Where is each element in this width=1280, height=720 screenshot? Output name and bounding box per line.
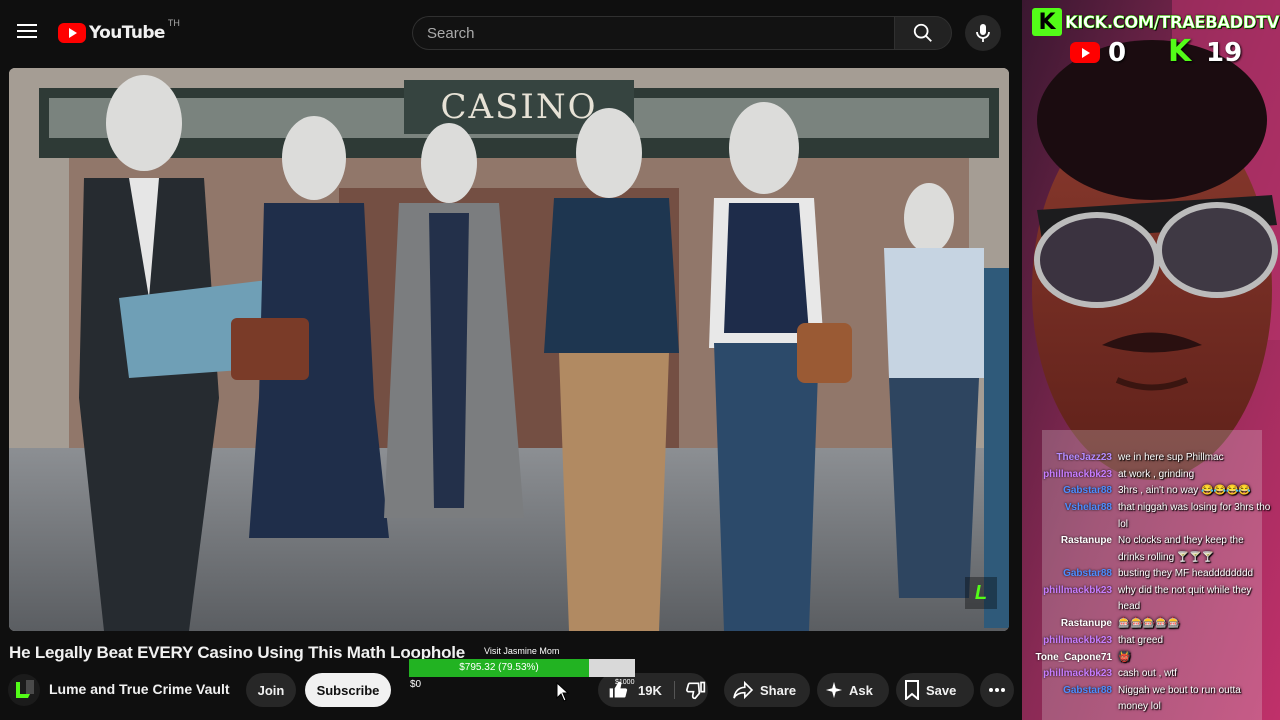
channel-name[interactable]: Lume and True Crime Vault	[49, 681, 230, 697]
like-divider	[674, 681, 675, 699]
chat-username[interactable]: Gabstar88	[1024, 483, 1118, 499]
chat-username[interactable]: Gabstar88	[1024, 683, 1118, 716]
chat-text: that niggah was losing for 3hrs tho lol	[1118, 502, 1271, 530]
subscribe-button[interactable]: Subscribe	[305, 673, 391, 707]
sparkle-icon	[825, 681, 843, 699]
save-label: Save	[926, 682, 957, 698]
chat-username[interactable]: phillmackbk23	[1024, 583, 1118, 616]
viewer-counts: 0 K 19	[1068, 34, 1278, 69]
youtube-play-icon	[58, 23, 86, 43]
voice-search-button[interactable]	[965, 15, 1001, 51]
chat-message: Vshelar88 that niggah was losing for 3hrs…	[1024, 500, 1276, 533]
logo-text: YouTube	[89, 23, 165, 43]
chat-text: cash out , wtf	[1118, 668, 1177, 680]
chat-username[interactable]: Tone_Capone71	[1024, 650, 1118, 666]
chat-message: Tone_Capone71 👹	[1024, 650, 1276, 666]
ask-label: Ask	[849, 682, 873, 698]
chat-message: Gabstar88 busting they MF headddddddd	[1024, 566, 1276, 582]
chat-username[interactable]: Rastanupe	[1024, 616, 1118, 632]
share-icon	[733, 681, 754, 699]
chat-username[interactable]: phillmackbk23	[1024, 666, 1118, 682]
donation-min: $0	[410, 679, 422, 690]
kick-url: KICK.COM/TRAEBADDTV	[1065, 12, 1280, 32]
kick-viewer-count: 19	[1206, 38, 1243, 68]
channel-watermark[interactable]: L	[965, 577, 997, 609]
search-box	[412, 16, 894, 50]
chat-message: TheeJazz23 we in here sup Phillmac	[1024, 450, 1276, 466]
donation-amount: $795.32 (79.53%)	[459, 662, 539, 673]
youtube-viewer-count: 0	[1108, 38, 1127, 68]
donation-max: $1000	[615, 679, 635, 686]
chat-message: phillmackbk23 why did the not quit while …	[1024, 583, 1276, 616]
more-dots-icon	[989, 688, 1005, 692]
chat-message: Gabstar88 Niggah we bout to run outta mon…	[1024, 683, 1276, 716]
chat-text: 👹	[1118, 651, 1131, 663]
chat-text: busting they MF headddddddd	[1118, 568, 1254, 580]
chat-text: 🎰🎰🎰🎰🎰	[1118, 618, 1181, 630]
youtube-page: YouTube TH Search CASINO L He Legally Be…	[0, 0, 1022, 720]
chat-username[interactable]: Rastanupe	[1024, 533, 1118, 566]
casino-sign: CASINO	[441, 87, 598, 127]
logo-region: TH	[167, 18, 180, 28]
chat-text: 3hrs , ain't no way 😂😂😂😂	[1118, 485, 1251, 497]
bookmark-icon	[905, 680, 919, 700]
chat-text: at work , grinding	[1118, 468, 1195, 480]
like-count: 19K	[638, 682, 662, 698]
search-icon	[913, 23, 932, 42]
chat-message: phillmackbk23 that greed	[1024, 633, 1276, 649]
chat-message: Rastanupe No clocks and they keep the dri…	[1024, 533, 1276, 566]
search-input[interactable]	[413, 17, 867, 49]
top-bar: YouTube TH	[0, 0, 1022, 64]
share-label: Share	[760, 682, 797, 698]
chat-message: Gabstar88 3hrs , ain't no way 😂😂😂😂	[1024, 483, 1276, 499]
chat-username[interactable]: phillmackbk23	[1024, 633, 1118, 649]
youtube-viewers-icon	[1070, 42, 1100, 63]
video-player[interactable]: CASINO L	[9, 68, 1009, 631]
chat-username[interactable]: TheeJazz23	[1024, 450, 1118, 466]
ask-button[interactable]: Ask	[817, 673, 889, 707]
search-button[interactable]	[894, 16, 952, 50]
microphone-icon	[976, 24, 990, 42]
donation-goal-widget: Visit Jasmine Mom $795.32 (79.53%) $0 $1…	[409, 646, 635, 690]
hamburger-menu-icon[interactable]	[14, 20, 40, 44]
chat-message: phillmackbk23 cash out , wtf	[1024, 666, 1276, 682]
chat-overlay: TheeJazz23 we in here sup Phillmac phillma…	[1024, 450, 1276, 716]
dislike-button[interactable]	[678, 673, 714, 707]
kick-viewers-icon: K	[1168, 34, 1192, 69]
channel-avatar[interactable]	[8, 674, 40, 706]
chat-username[interactable]: phillmackbk23	[1024, 467, 1118, 483]
chat-text: why did the not quit while they head	[1118, 585, 1252, 613]
youtube-logo[interactable]: YouTube TH	[58, 18, 180, 46]
video-title: He Legally Beat EVERY Casino Using This …	[9, 643, 466, 662]
more-actions-button[interactable]	[980, 673, 1014, 707]
chat-username[interactable]: Gabstar88	[1024, 566, 1118, 582]
join-button[interactable]: Join	[246, 673, 296, 707]
chat-message: phillmackbk23 at work , grinding	[1024, 467, 1276, 483]
chat-text: No clocks and they keep the drinks rolli…	[1118, 535, 1244, 563]
chat-text: that greed	[1118, 634, 1164, 646]
thumbs-down-icon	[686, 681, 706, 700]
share-button[interactable]: Share	[724, 673, 810, 707]
chat-text: we in here sup Phillmac	[1118, 452, 1224, 463]
chat-text: Niggah we bout to run outta money lol	[1118, 684, 1241, 713]
chat-username[interactable]: Vshelar88	[1024, 500, 1118, 533]
mouse-cursor-icon	[556, 682, 570, 702]
video-frame: CASINO	[9, 68, 1009, 631]
chat-message: Rastanupe 🎰🎰🎰🎰🎰	[1024, 616, 1276, 632]
save-button[interactable]: Save	[896, 673, 974, 707]
donation-label: Visit Jasmine Mom	[484, 646, 560, 656]
kick-logo-icon: K	[1032, 8, 1062, 36]
kick-url-banner: K KICK.COM/TRAEBADDTV	[1032, 6, 1280, 38]
